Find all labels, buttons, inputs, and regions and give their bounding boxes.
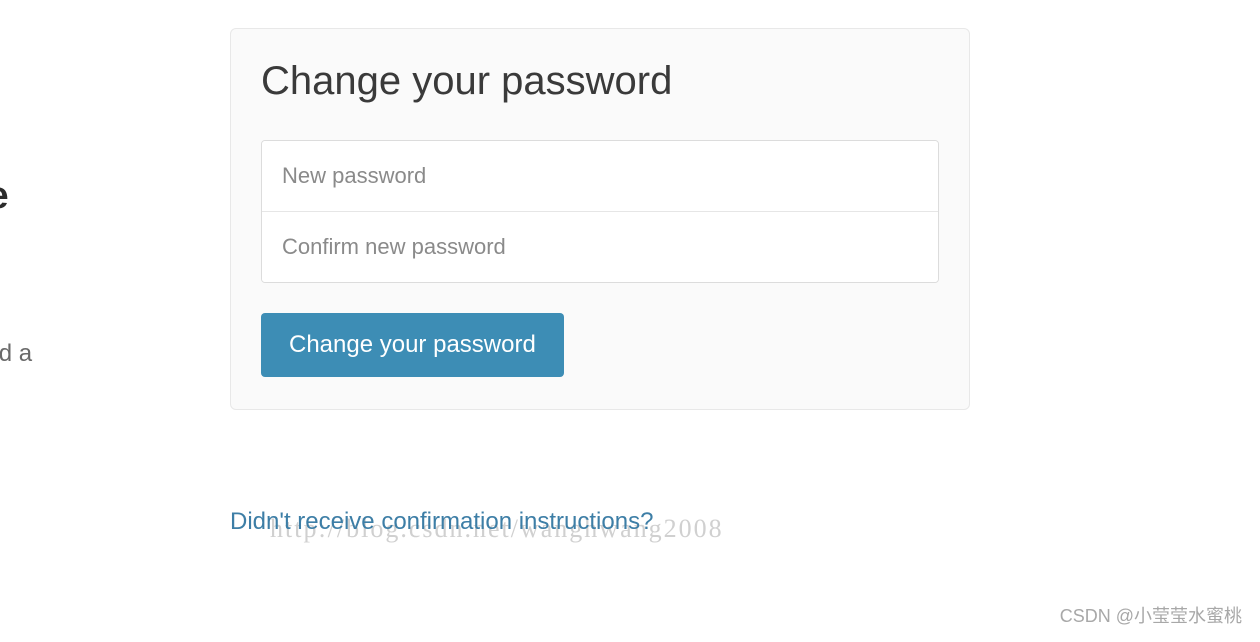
confirm-password-input[interactable]: [262, 212, 938, 282]
panel-title: Change your password: [261, 59, 939, 104]
password-input-group: [261, 140, 939, 283]
watermark-credit: CSDN @小莹莹水蜜桃: [1060, 602, 1242, 628]
left-line-2: oration: [0, 296, 32, 334]
resend-confirmation-link[interactable]: Didn't receive confirmation instructions…: [230, 508, 653, 536]
change-password-button[interactable]: Change your password: [261, 313, 564, 377]
new-password-input[interactable]: [262, 141, 938, 212]
left-line-1: it keep: [0, 258, 32, 296]
left-line-3: cker and a: [0, 335, 32, 373]
change-password-panel: Change your password Change your passwor…: [230, 28, 970, 410]
left-heading-fragment: code: [0, 175, 32, 218]
left-marketing-text: code it keep oration cker and a: [0, 175, 32, 373]
